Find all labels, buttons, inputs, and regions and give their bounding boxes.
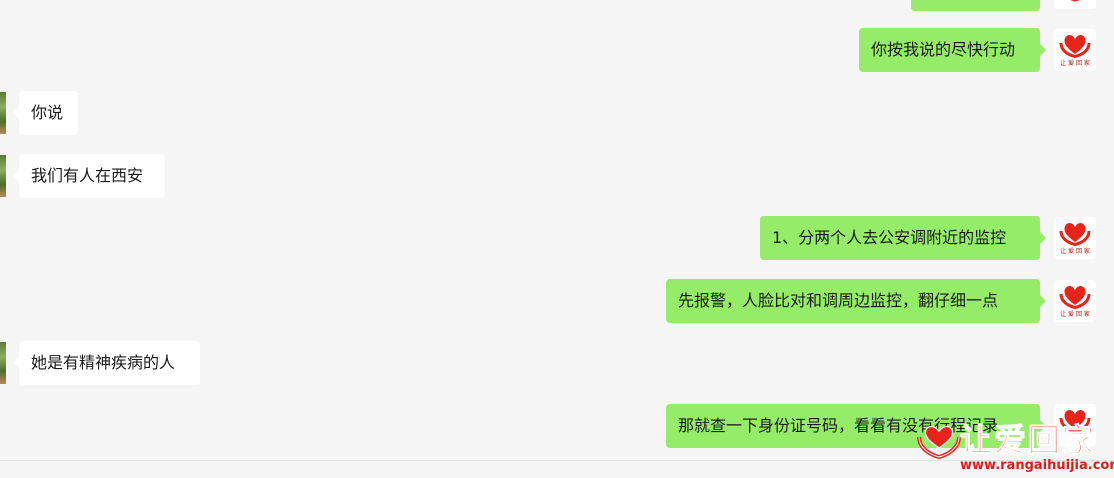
self-avatar[interactable]: 让 爱 回 家 xyxy=(1054,29,1096,71)
contact-avatar[interactable] xyxy=(0,92,6,134)
heart-hands-watermark-icon xyxy=(917,425,961,460)
message-row: 1、分两个人去公安调附近的监控 让 爱 回 家 xyxy=(0,216,1114,262)
message-bubble-outgoing[interactable]: 你按我说的尽快行动 xyxy=(859,28,1046,72)
message-bubble-incoming[interactable]: 她是有精神疾病的人 xyxy=(13,341,200,385)
message-row: 先报警，人脸比对和调周边监控，翻仔细一点 让 爱 回 家 xyxy=(0,279,1114,325)
self-avatar-caption: 让 爱 回 家 xyxy=(1060,311,1090,318)
contact-avatar[interactable] xyxy=(0,342,6,384)
watermark-url: www.rangaihuijia.com xyxy=(960,458,1114,473)
watermark: 让爱回家 www.rangaihuijia.com xyxy=(916,421,1114,476)
self-avatar[interactable]: 让 爱 回 家 xyxy=(1054,217,1096,259)
message-bubble-outgoing[interactable] xyxy=(911,0,1040,11)
message-bubble-incoming[interactable]: 我们有人在西安 xyxy=(13,154,165,198)
self-avatar[interactable] xyxy=(1054,0,1096,9)
self-avatar[interactable]: 让 爱 回 家 xyxy=(1054,280,1096,322)
message-bubble-outgoing[interactable]: 1、分两个人去公安调附近的监控 xyxy=(760,216,1046,260)
message-row: 你按我说的尽快行动 让 爱 回 家 xyxy=(0,28,1114,74)
message-row: 她是有精神疾病的人 xyxy=(0,341,1114,387)
chat-message-area: 你按我说的尽快行动 让 爱 回 家 你说 我们有人在西安 1、分两个人去公安调附… xyxy=(0,0,1114,478)
message-row xyxy=(0,0,1114,13)
watermark-title: 让爱回家 xyxy=(959,421,1097,460)
message-bubble-outgoing[interactable]: 先报警，人脸比对和调周边监控，翻仔细一点 xyxy=(666,279,1046,323)
contact-avatar[interactable] xyxy=(0,155,6,197)
message-bubble-incoming[interactable]: 你说 xyxy=(13,91,78,135)
message-row: 你说 xyxy=(0,91,1114,137)
message-row: 我们有人在西安 xyxy=(0,154,1114,200)
self-avatar-caption: 让 爱 回 家 xyxy=(1060,60,1090,67)
heart-hands-logo-icon xyxy=(1070,0,1080,2)
self-avatar-caption: 让 爱 回 家 xyxy=(1060,248,1090,255)
